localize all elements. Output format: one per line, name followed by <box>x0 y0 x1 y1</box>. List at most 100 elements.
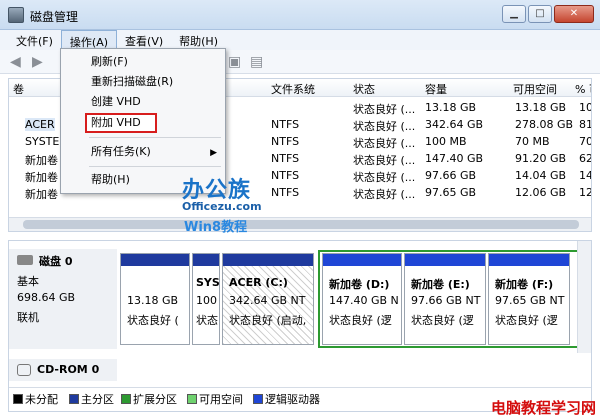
zoom-icon[interactable]: ▣ <box>228 54 244 70</box>
partition-status: 状态良好 ( <box>127 314 179 327</box>
disk-size: 698.64 GB <box>17 291 76 304</box>
maximize-button[interactable]: □ <box>528 5 552 23</box>
partition-size: 100 <box>196 294 217 307</box>
row-pct: 62 <box>579 152 592 165</box>
partition-label: ACER (C:) <box>229 276 288 289</box>
disk-status: 联机 <box>17 311 39 324</box>
cdrom-name: CD-ROM 0 <box>37 363 100 376</box>
col-status[interactable]: 状态 <box>353 81 375 97</box>
partition-label: SYS <box>196 276 220 289</box>
vertical-scrollbar[interactable] <box>577 241 591 353</box>
partition-status: 状态 <box>196 314 218 327</box>
close-button[interactable]: ✕ <box>554 5 594 23</box>
properties-icon[interactable]: ▤ <box>250 54 266 70</box>
menu-bar: 文件(F) 操作(A) 查看(V) 帮助(H) <box>0 30 600 50</box>
disk-info-panel[interactable]: 磁盘 0 基本 698.64 GB 联机 <box>9 249 117 349</box>
partition-type-bar <box>193 254 219 266</box>
partition-label: 新加卷 (E:) <box>411 278 470 291</box>
cdrom-info-panel[interactable]: CD-ROM 0 <box>9 359 117 381</box>
col-free[interactable]: 可用空间 <box>513 81 557 97</box>
partition-label: 新加卷 (F:) <box>495 278 554 291</box>
row-capacity: 342.64 GB <box>425 118 484 131</box>
col-capacity[interactable]: 容量 <box>425 81 447 97</box>
scrollbar-thumb[interactable] <box>23 220 579 229</box>
menu-separator <box>89 166 221 167</box>
partition-type-bar <box>121 254 189 266</box>
partition-status: 状态良好 (逻 <box>411 314 474 327</box>
partition-status: 状态良好 (逻 <box>495 314 558 327</box>
legend-swatch <box>121 394 131 404</box>
row-fs: NTFS <box>271 135 300 148</box>
row-pct: 14 <box>579 169 592 182</box>
col-pct[interactable]: % 可 <box>575 81 591 97</box>
menu-item-rescan-disks[interactable]: 重新扫描磁盘(R) <box>91 73 173 91</box>
back-icon[interactable]: ◀ <box>10 54 26 70</box>
legend-label: 未分配 <box>25 393 58 406</box>
col-volume[interactable]: 卷 <box>13 81 24 97</box>
partition-size: 97.65 GB NT <box>495 294 565 307</box>
menu-item-create-vhd[interactable]: 创建 VHD <box>91 93 141 111</box>
row-status: 状态良好 (... <box>353 137 416 150</box>
legend-item: 逻辑驱动器 <box>253 391 320 407</box>
row-volume: 新加卷 <box>25 154 58 167</box>
partition-status: 状态良好 (逻 <box>329 314 392 327</box>
title-bar: 磁盘管理 ▁ □ ✕ <box>0 0 600 30</box>
forward-icon[interactable]: ▶ <box>32 54 48 70</box>
row-pct: 70 <box>579 135 592 148</box>
submenu-arrow-icon: ▶ <box>210 148 217 158</box>
row-free: 70 MB <box>515 135 550 148</box>
menu-item-refresh[interactable]: 刷新(F) <box>91 53 128 71</box>
menu-item-help[interactable]: 帮助(H) <box>91 171 130 189</box>
row-fs: NTFS <box>271 152 300 165</box>
menu-action[interactable]: 操作(A) <box>60 30 118 50</box>
col-filesystem[interactable]: 文件系统 <box>271 81 315 97</box>
window-controls: ▁ □ ✕ <box>502 5 594 23</box>
cdrom-icon <box>17 364 31 376</box>
minimize-button[interactable]: ▁ <box>502 5 526 23</box>
row-fs: NTFS <box>271 118 300 131</box>
partition-status: 状态良好 (启动, <box>229 314 307 327</box>
disk-management-icon <box>8 7 24 23</box>
menu-help[interactable]: 帮助(H) <box>171 30 226 50</box>
legend-label: 逻辑驱动器 <box>265 393 320 406</box>
watermark-subtitle: Win8教程 <box>184 220 248 235</box>
partition-size: 147.40 GB N <box>329 294 399 307</box>
partition-type-bar <box>323 254 401 266</box>
partition[interactable]: 新加卷 (D:) 147.40 GB N 状态良好 (逻 <box>322 253 402 345</box>
row-free: 13.18 GB <box>515 101 567 114</box>
horizontal-scrollbar[interactable] <box>9 217 591 231</box>
row-status: 状态良好 (... <box>353 188 416 201</box>
row-status: 状态良好 (... <box>353 103 416 116</box>
partition[interactable]: 新加卷 (E:) 97.66 GB NT 状态良好 (逻 <box>404 253 486 345</box>
menu-view[interactable]: 查看(V) <box>117 30 171 50</box>
menu-file[interactable]: 文件(F) <box>8 30 61 50</box>
row-volume: SYSTE <box>25 135 60 148</box>
legend-swatch <box>253 394 263 404</box>
row-pct: 12 <box>579 186 592 199</box>
watermark: 办公族 Officezu.com Win8教程 <box>178 172 288 238</box>
legend-label: 可用空间 <box>199 393 243 406</box>
legend-item: 可用空间 <box>187 391 243 407</box>
partition-type-bar <box>223 254 313 266</box>
legend-swatch <box>13 394 23 404</box>
legend-item: 扩展分区 <box>121 391 177 407</box>
partition-selected[interactable]: ACER (C:) 342.64 GB NT 状态良好 (启动, <box>222 253 314 345</box>
row-capacity: 97.65 GB <box>425 186 477 199</box>
partition[interactable]: 新加卷 (F:) 97.65 GB NT 状态良好 (逻 <box>488 253 570 345</box>
menu-item-all-tasks[interactable]: 所有任务(K) <box>91 143 151 161</box>
row-capacity: 100 MB <box>425 135 467 148</box>
watermark-url: Officezu.com <box>182 200 262 213</box>
row-volume: ACER <box>25 118 55 131</box>
window-title: 磁盘管理 <box>30 10 79 24</box>
disk-graphical-view: 磁盘 0 基本 698.64 GB 联机 13.18 GB 状态良好 ( SYS… <box>8 240 592 412</box>
row-status: 状态良好 (... <box>353 120 416 133</box>
disk-icon <box>17 255 33 265</box>
partition-type-bar <box>405 254 485 266</box>
partition[interactable]: SYS 100 状态 <box>192 253 220 345</box>
menu-item-attach-vhd[interactable]: 附加 VHD <box>91 114 141 132</box>
partition[interactable]: 13.18 GB 状态良好 ( <box>120 253 190 345</box>
site-watermark: 电脑教程学习网 <box>490 399 596 417</box>
partition-size: 13.18 GB <box>127 294 179 307</box>
row-free: 12.06 GB <box>515 186 567 199</box>
row-status: 状态良好 (... <box>353 171 416 184</box>
